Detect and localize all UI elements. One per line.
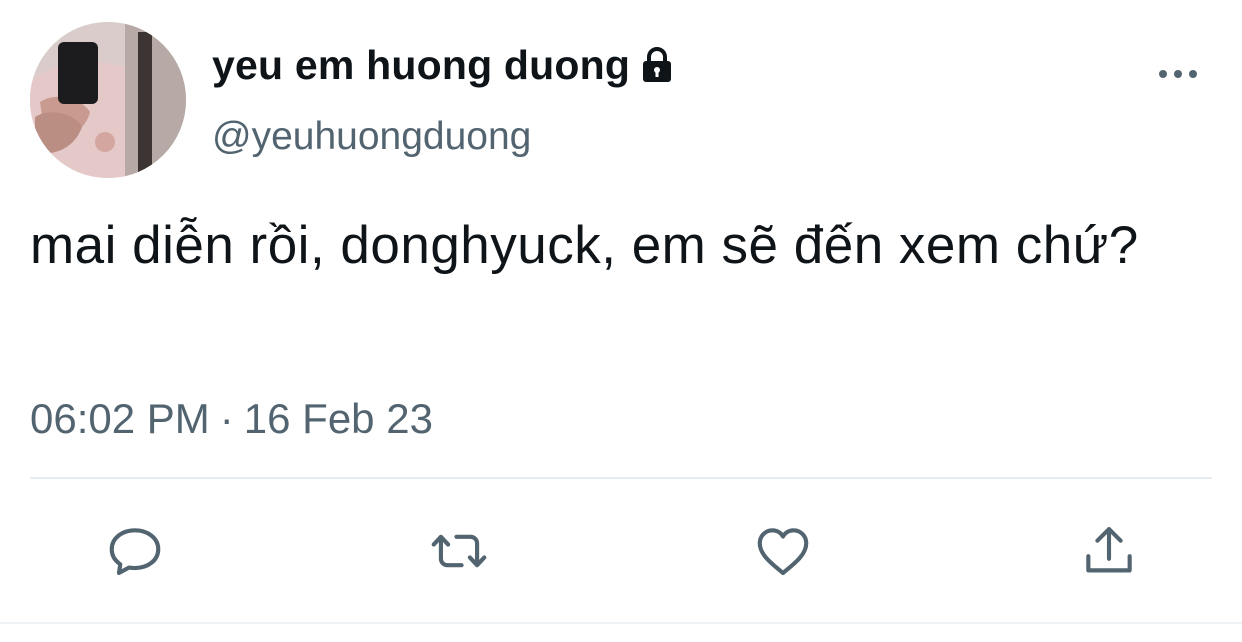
tweet-meta: 06:02 PM · 16 Feb 23 [30,393,433,445]
tweet-text: mai diễn rồi, donghyuck, em sẽ đến xem c… [30,216,1139,275]
tweet-card: yeu em huong duong @yeuhuongduong mai di… [0,0,1242,642]
retweet-icon [431,534,487,568]
more-button[interactable] [1152,56,1204,92]
divider [30,477,1212,479]
avatar-image [30,22,186,178]
display-name-row: yeu em huong duong [212,40,674,90]
tweet-time[interactable]: 06:02 PM [30,395,210,442]
action-bar [0,516,1242,586]
lock-icon [643,47,672,82]
user-handle[interactable]: @yeuhuongduong [212,113,531,161]
display-name[interactable]: yeu em huong duong [212,40,630,90]
more-horizontal-icon [1159,70,1197,78]
bottom-divider [0,622,1242,624]
tweet-date[interactable]: 16 Feb 23 [244,395,433,442]
avatar[interactable] [30,22,186,178]
heart-icon [757,528,809,576]
retweet-button[interactable] [424,516,494,586]
reply-button[interactable] [100,516,170,586]
reply-icon [109,528,161,576]
share-icon [1086,526,1132,573]
meta-separator: · [219,395,234,442]
share-button[interactable] [1074,516,1144,586]
like-button[interactable] [748,516,818,586]
